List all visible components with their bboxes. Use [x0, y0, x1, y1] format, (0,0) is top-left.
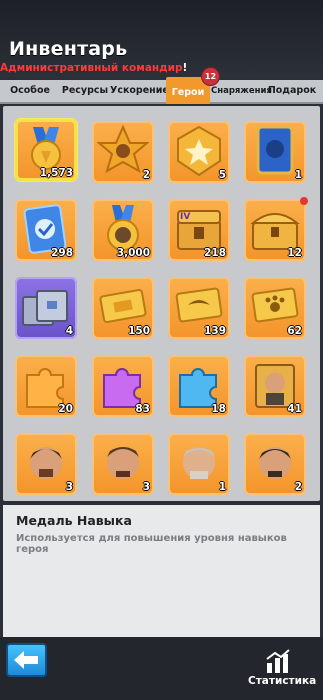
item-cell[interactable]: 2	[92, 121, 154, 183]
commander-subtitle: Административный командир!	[0, 62, 187, 74]
item-count: 4	[65, 325, 73, 337]
item-count: 139	[204, 325, 226, 337]
tab-special[interactable]: Особое	[4, 80, 56, 102]
item-cell[interactable]: 83	[92, 355, 154, 417]
item-cell[interactable]: 150	[92, 277, 154, 339]
item-details-description: Используется для повышения уровня навыко…	[16, 533, 287, 555]
item-cell[interactable]: 139	[168, 277, 230, 339]
svg-text:IV: IV	[180, 212, 190, 222]
item-count: 2	[294, 481, 302, 493]
item-count: 298	[51, 247, 73, 259]
item-count: 150	[128, 325, 150, 337]
item-count: 218	[204, 247, 226, 259]
item-count: 3,000	[116, 247, 150, 259]
subtitle-text: Административный командир	[0, 62, 183, 74]
item-details: Медаль Навыка Используется для повышения…	[3, 505, 320, 637]
item-count: 18	[211, 403, 226, 415]
item-count: 5	[218, 169, 226, 181]
item-details-title: Медаль Навыка	[16, 513, 132, 528]
item-cell[interactable]: 3	[92, 433, 154, 495]
item-cell[interactable]: 3	[15, 433, 77, 495]
tab-resources[interactable]: Ресурсы	[60, 80, 110, 102]
item-count: 1	[218, 481, 226, 493]
item-cell[interactable]: IV 218	[168, 199, 230, 261]
item-count: 2	[142, 169, 150, 181]
item-cell[interactable]: 2	[244, 433, 306, 495]
item-count: 3	[65, 481, 73, 493]
subtitle-mark: !	[182, 62, 188, 74]
item-cell[interactable]: 1	[244, 121, 306, 183]
item-count: 3	[142, 481, 150, 493]
tab-gift[interactable]: Подарок	[266, 80, 318, 102]
back-button[interactable]	[6, 643, 47, 677]
item-count: 41	[287, 403, 302, 415]
tab-equipment[interactable]: Снаряжения	[211, 80, 272, 102]
item-cell[interactable]: 62	[244, 277, 306, 339]
item-count: 1	[294, 169, 302, 181]
item-count: 20	[58, 403, 73, 415]
page-title: Инвентарь	[9, 38, 128, 60]
statistics-icon[interactable]	[265, 649, 291, 675]
item-count: 12	[287, 247, 302, 259]
inventory-tabs: Особое Ресурсы Ускорение Герои Снаряжени…	[0, 77, 323, 104]
back-arrow-icon	[14, 651, 38, 669]
item-cell[interactable]: 41	[244, 355, 306, 417]
item-cell[interactable]: 5	[168, 121, 230, 183]
item-count: 83	[135, 403, 150, 415]
item-cell[interactable]: 20	[15, 355, 77, 417]
items-grid: 1,573 2 5 1 298 3,000 IV 218 12 4 150 13…	[3, 106, 320, 501]
statistics-label[interactable]: Статистика	[248, 675, 316, 687]
item-cell[interactable]: 298	[15, 199, 77, 261]
item-cell[interactable]: 12	[244, 197, 308, 261]
tab-speedup[interactable]: Ускорение	[110, 80, 169, 102]
item-cell[interactable]: 4	[15, 277, 77, 339]
new-item-dot	[300, 197, 308, 205]
item-cell[interactable]: 1	[168, 433, 230, 495]
item-cell[interactable]: 1,573	[15, 119, 77, 181]
tab-badge: 12	[201, 67, 220, 86]
item-count: 62	[287, 325, 302, 337]
item-cell[interactable]: 3,000	[92, 199, 154, 261]
item-count: 1,573	[39, 167, 73, 179]
item-cell[interactable]: 18	[168, 355, 230, 417]
